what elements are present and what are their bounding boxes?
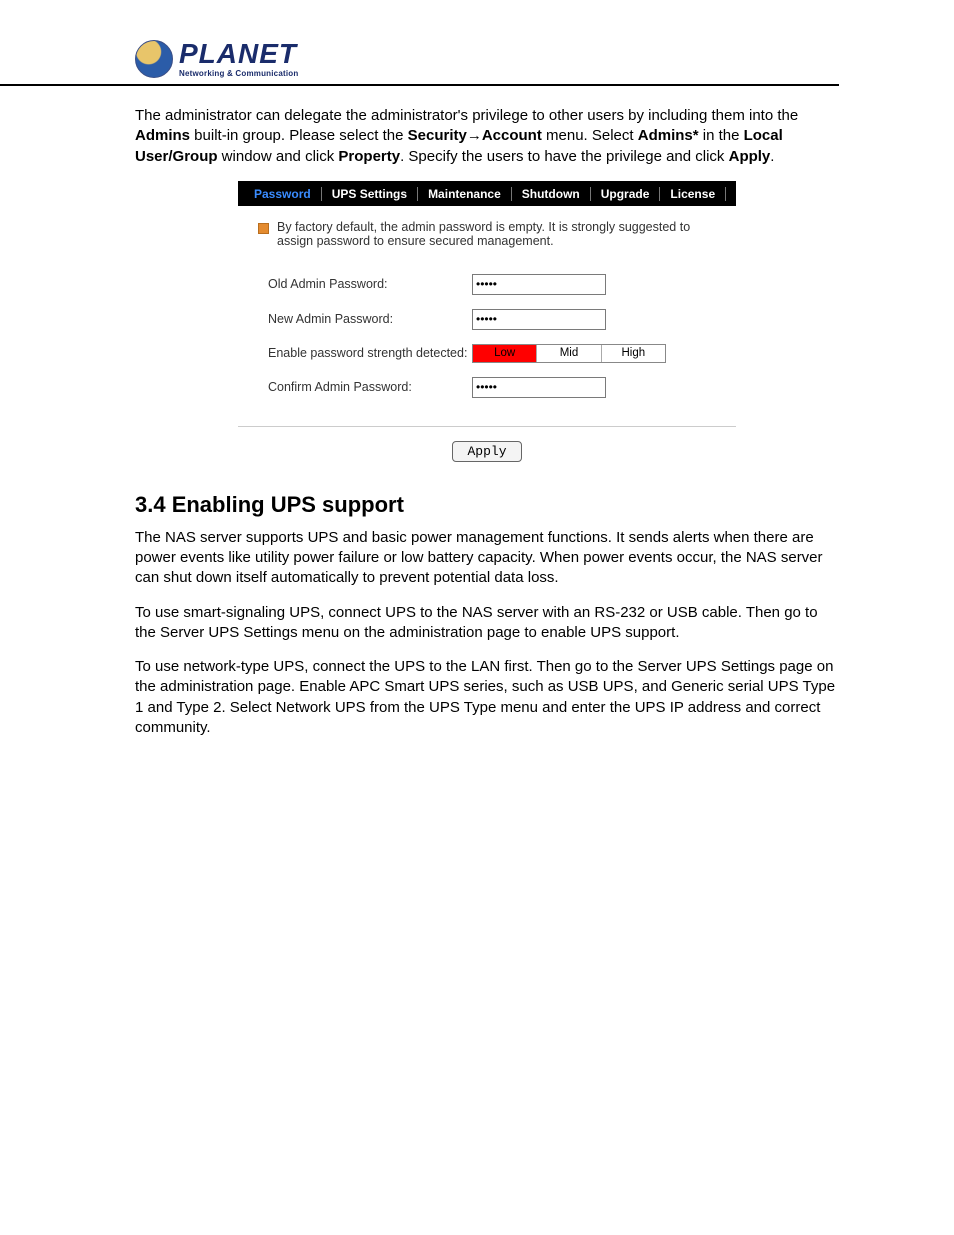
account-label: Account xyxy=(482,127,542,144)
tab-maintenance[interactable]: Maintenance xyxy=(418,187,511,201)
section-heading: 3.4 Enabling UPS support xyxy=(135,492,839,518)
notice-text: By factory default, the admin password i… xyxy=(277,220,728,248)
notice-row: By factory default, the admin password i… xyxy=(238,206,736,254)
password-strength-meter: Low Mid High xyxy=(472,344,666,363)
logo: PLANET Networking & Communication xyxy=(135,40,839,78)
tab-shutdown[interactable]: Shutdown xyxy=(512,187,590,201)
old-password-label: Old Admin Password: xyxy=(268,277,472,291)
globe-icon xyxy=(135,40,173,78)
tab-separator xyxy=(725,187,726,201)
intro-text: . Specify the users to have the privileg… xyxy=(400,148,729,165)
strength-high: High xyxy=(601,345,665,362)
confirm-password-label: Confirm Admin Password: xyxy=(268,380,472,394)
strength-low: Low xyxy=(473,345,536,362)
apply-label: Apply xyxy=(729,148,771,165)
brand-tagline: Networking & Communication xyxy=(179,70,298,78)
tab-upgrade[interactable]: Upgrade xyxy=(591,187,660,201)
property-label: Property xyxy=(338,148,400,165)
intro-text: The administrator can delegate the admin… xyxy=(135,107,798,124)
password-settings-screenshot: Password UPS Settings Maintenance Shutdo… xyxy=(238,181,736,462)
old-password-input[interactable] xyxy=(472,274,606,295)
intro-text: window and click xyxy=(218,148,339,165)
brand-name: PLANET xyxy=(179,40,298,68)
tab-password[interactable]: Password xyxy=(244,187,321,201)
tab-bar: Password UPS Settings Maintenance Shutdo… xyxy=(238,182,736,206)
tab-license[interactable]: License xyxy=(660,187,725,201)
intro-paragraph: The administrator can delegate the admin… xyxy=(135,106,839,167)
password-form: Old Admin Password: New Admin Password: … xyxy=(238,254,736,427)
section-p3: To use network-type UPS, connect the UPS… xyxy=(135,657,839,738)
new-password-label: New Admin Password: xyxy=(268,312,472,326)
intro-text: menu. Select xyxy=(542,127,638,144)
bullet-icon xyxy=(258,223,269,234)
tab-ups-settings[interactable]: UPS Settings xyxy=(322,187,417,201)
apply-button[interactable]: Apply xyxy=(452,441,521,462)
strength-label: Enable password strength detected: xyxy=(268,346,472,360)
admins-label: Admins xyxy=(135,127,190,144)
page-header: PLANET Networking & Communication xyxy=(0,40,839,86)
section-p2: To use smart-signaling UPS, connect UPS … xyxy=(135,603,839,644)
intro-text: built-in group. Please select the xyxy=(190,127,408,144)
new-password-input[interactable] xyxy=(472,309,606,330)
security-label: Security xyxy=(408,127,467,144)
section-p1: The NAS server supports UPS and basic po… xyxy=(135,528,839,589)
admins-star-label: Admins* xyxy=(638,127,699,144)
intro-text: in the xyxy=(699,127,744,144)
confirm-password-input[interactable] xyxy=(472,377,606,398)
intro-text: . xyxy=(770,148,774,165)
strength-mid: Mid xyxy=(536,345,600,362)
arrow-icon: → xyxy=(467,127,482,144)
